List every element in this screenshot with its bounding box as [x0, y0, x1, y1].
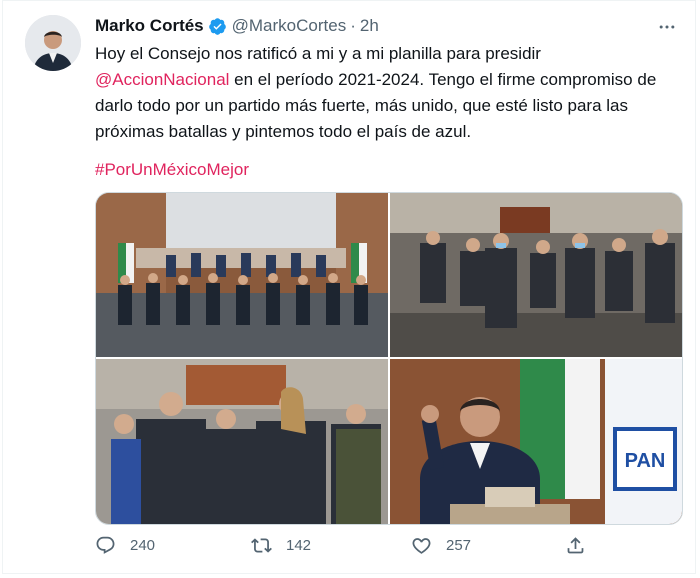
tweet-text: Hoy el Consejo nos ratificó a mi y a mi … — [95, 41, 685, 145]
media-grid: PAN — [95, 192, 683, 525]
reply-button[interactable]: 240 — [95, 535, 155, 556]
share-icon — [567, 537, 584, 554]
photo-speaker[interactable]: PAN — [390, 359, 682, 524]
tweet-actions: 240 142 257 — [95, 535, 595, 565]
reply-icon — [96, 536, 115, 554]
like-count: 257 — [446, 537, 472, 554]
pan-logo-text: PAN — [625, 450, 666, 472]
hashtag-link[interactable]: #PorUnMéxicoMejor — [95, 160, 249, 179]
photo-audience[interactable] — [390, 193, 682, 357]
reply-count: 240 — [130, 537, 156, 554]
tweet-text-line-4: próximas batallas y pintemos todo el paí… — [95, 122, 472, 141]
tweet-card[interactable]: Marko Cortés @MarkoCortes · 2h Hoy el Co… — [2, 0, 696, 574]
author-name[interactable]: Marko Cortés — [95, 16, 204, 36]
retweet-button[interactable]: 142 — [251, 535, 311, 556]
author-handle[interactable]: @MarkoCortes — [232, 16, 347, 36]
avatar[interactable] — [25, 15, 81, 71]
heart-icon — [412, 538, 431, 554]
tweet-text-line-2: @AccionNacional en el período 2021-2024.… — [95, 67, 685, 93]
timestamp[interactable]: 2h — [360, 16, 379, 36]
tweet-text-line-2-rest: en el período 2021-2024. Tengo el firme … — [229, 70, 657, 89]
like-button[interactable]: 257 — [411, 535, 471, 556]
verified-badge-icon — [208, 17, 227, 36]
separator-dot: · — [350, 16, 356, 35]
retweet-icon — [251, 538, 272, 553]
tweet-text-line-3: darlo todo por un partido más fuerte, má… — [95, 96, 628, 115]
tweet-text-line-1: Hoy el Consejo nos ratificó a mi y a mi … — [95, 44, 541, 63]
more-options-icon[interactable] — [655, 15, 679, 39]
share-button[interactable] — [565, 535, 600, 556]
photo-oath[interactable] — [96, 359, 388, 524]
photo-stage-group[interactable] — [96, 193, 388, 357]
mention-link[interactable]: @AccionNacional — [95, 70, 229, 89]
retweet-count: 142 — [286, 537, 312, 554]
